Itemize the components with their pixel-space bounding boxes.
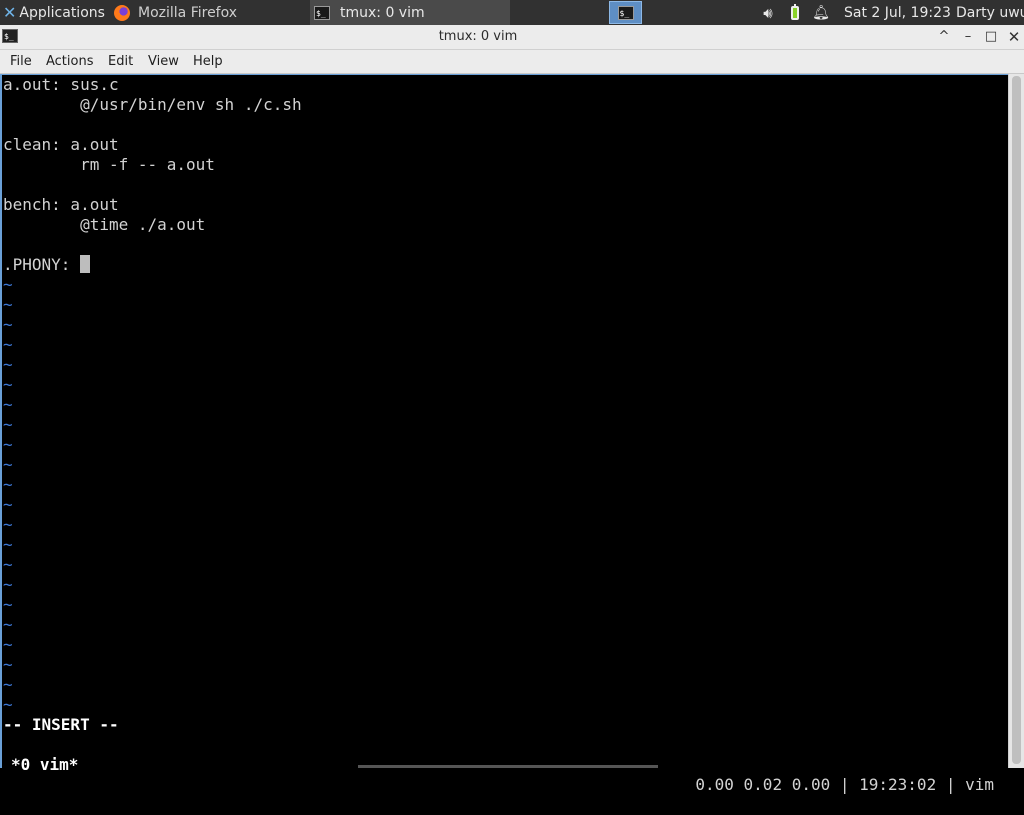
tilde-line: ~ xyxy=(3,495,13,514)
tilde-line: ~ xyxy=(3,535,13,554)
menu-view[interactable]: View xyxy=(148,50,179,73)
tilde-line: ~ xyxy=(3,275,13,294)
user-menu[interactable]: Darty uwu xyxy=(956,0,1024,25)
maximize-button[interactable]: □ xyxy=(981,25,1001,49)
menu-actions[interactable]: Actions xyxy=(46,50,94,73)
editor-line: bench: a.out xyxy=(3,195,119,214)
menu-bar: File Actions Edit View Help xyxy=(0,50,1024,74)
menu-file[interactable]: File xyxy=(10,50,32,73)
tilde-line: ~ xyxy=(3,635,13,654)
tilde-line: ~ xyxy=(3,675,13,694)
tmux-window-list[interactable]: *0 vim* xyxy=(11,755,78,775)
menu-help[interactable]: Help xyxy=(193,50,223,73)
terminal-view[interactable]: a.out: sus.c @/usr/bin/env sh ./c.sh cle… xyxy=(0,74,1008,794)
editor-line: @time ./a.out xyxy=(3,215,206,234)
vim-mode-indicator: -- INSERT -- xyxy=(3,715,119,734)
tilde-line: ~ xyxy=(3,475,13,494)
terminal-scrollbar[interactable] xyxy=(1008,74,1024,768)
tilde-line: ~ xyxy=(3,435,13,454)
tilde-line: ~ xyxy=(3,395,13,414)
firefox-icon xyxy=(114,4,130,21)
xfce-x-icon: ✕ xyxy=(3,3,17,22)
workspace-switcher[interactable]: $_ xyxy=(609,1,642,24)
scrollbar-thumb[interactable] xyxy=(1012,76,1021,764)
menu-edit[interactable]: Edit xyxy=(108,50,133,73)
tilde-line: ~ xyxy=(3,695,13,714)
tilde-line: ~ xyxy=(3,655,13,674)
taskbar-firefox[interactable]: Mozilla Firefox xyxy=(110,0,308,25)
tilde-line: ~ xyxy=(3,355,13,374)
minimize-button[interactable]: – xyxy=(958,25,978,49)
tilde-line: ~ xyxy=(3,295,13,314)
terminal-icon: $_ xyxy=(617,5,634,20)
tmux-status-bar: *0 vim* 0.00 0.02 0.00 | 19:23:02 | vim xyxy=(2,735,1008,794)
tilde-line: ~ xyxy=(3,615,13,634)
tilde-line: ~ xyxy=(3,335,13,354)
tilde-line: ~ xyxy=(3,375,13,394)
tilde-line: ~ xyxy=(3,455,13,474)
taskbar-firefox-label: Mozilla Firefox xyxy=(138,4,238,21)
terminal-icon: $_ xyxy=(314,5,330,20)
tilde-line: ~ xyxy=(3,555,13,574)
applications-menu-button[interactable]: ✕ Applications xyxy=(0,0,108,25)
speaker-icon[interactable]: 🔊︎ xyxy=(758,0,778,25)
editor-line: a.out: sus.c xyxy=(3,75,119,94)
bell-icon[interactable]: 🔔︎ xyxy=(811,0,831,25)
tmux-status-right: 0.00 0.02 0.00 | 19:23:02 | vim xyxy=(695,775,994,794)
taskbar-tmux[interactable]: $_ tmux: 0 vim xyxy=(310,0,510,25)
editor-line-current: .PHONY: xyxy=(3,255,91,275)
window-title: tmux: 0 vim xyxy=(438,29,518,44)
text-cursor xyxy=(80,255,91,273)
window-titlebar[interactable]: $_ tmux: 0 vim ^ – □ ✕ xyxy=(0,25,1024,50)
editor-line-text: .PHONY: xyxy=(3,255,81,274)
editor-line: @/usr/bin/env sh ./c.sh xyxy=(3,95,302,114)
top-panel: ✕ Applications Mozilla Firefox $_ tmux: … xyxy=(0,0,1024,25)
taskbar-tmux-label: tmux: 0 vim xyxy=(340,4,425,21)
shade-button[interactable]: ^ xyxy=(934,25,954,49)
battery-icon[interactable] xyxy=(787,0,803,25)
tilde-line: ~ xyxy=(3,515,13,534)
tilde-line: ~ xyxy=(3,575,13,594)
editor-line: rm -f -- a.out xyxy=(3,155,215,174)
tilde-line: ~ xyxy=(3,595,13,614)
tilde-line: ~ xyxy=(3,415,13,434)
close-button[interactable]: ✕ xyxy=(1004,25,1024,49)
clock[interactable]: Sat 2 Jul, 19:23 xyxy=(844,0,951,25)
tilde-line: ~ xyxy=(3,315,13,334)
editor-line: clean: a.out xyxy=(3,135,119,154)
applications-label: Applications xyxy=(19,4,105,21)
